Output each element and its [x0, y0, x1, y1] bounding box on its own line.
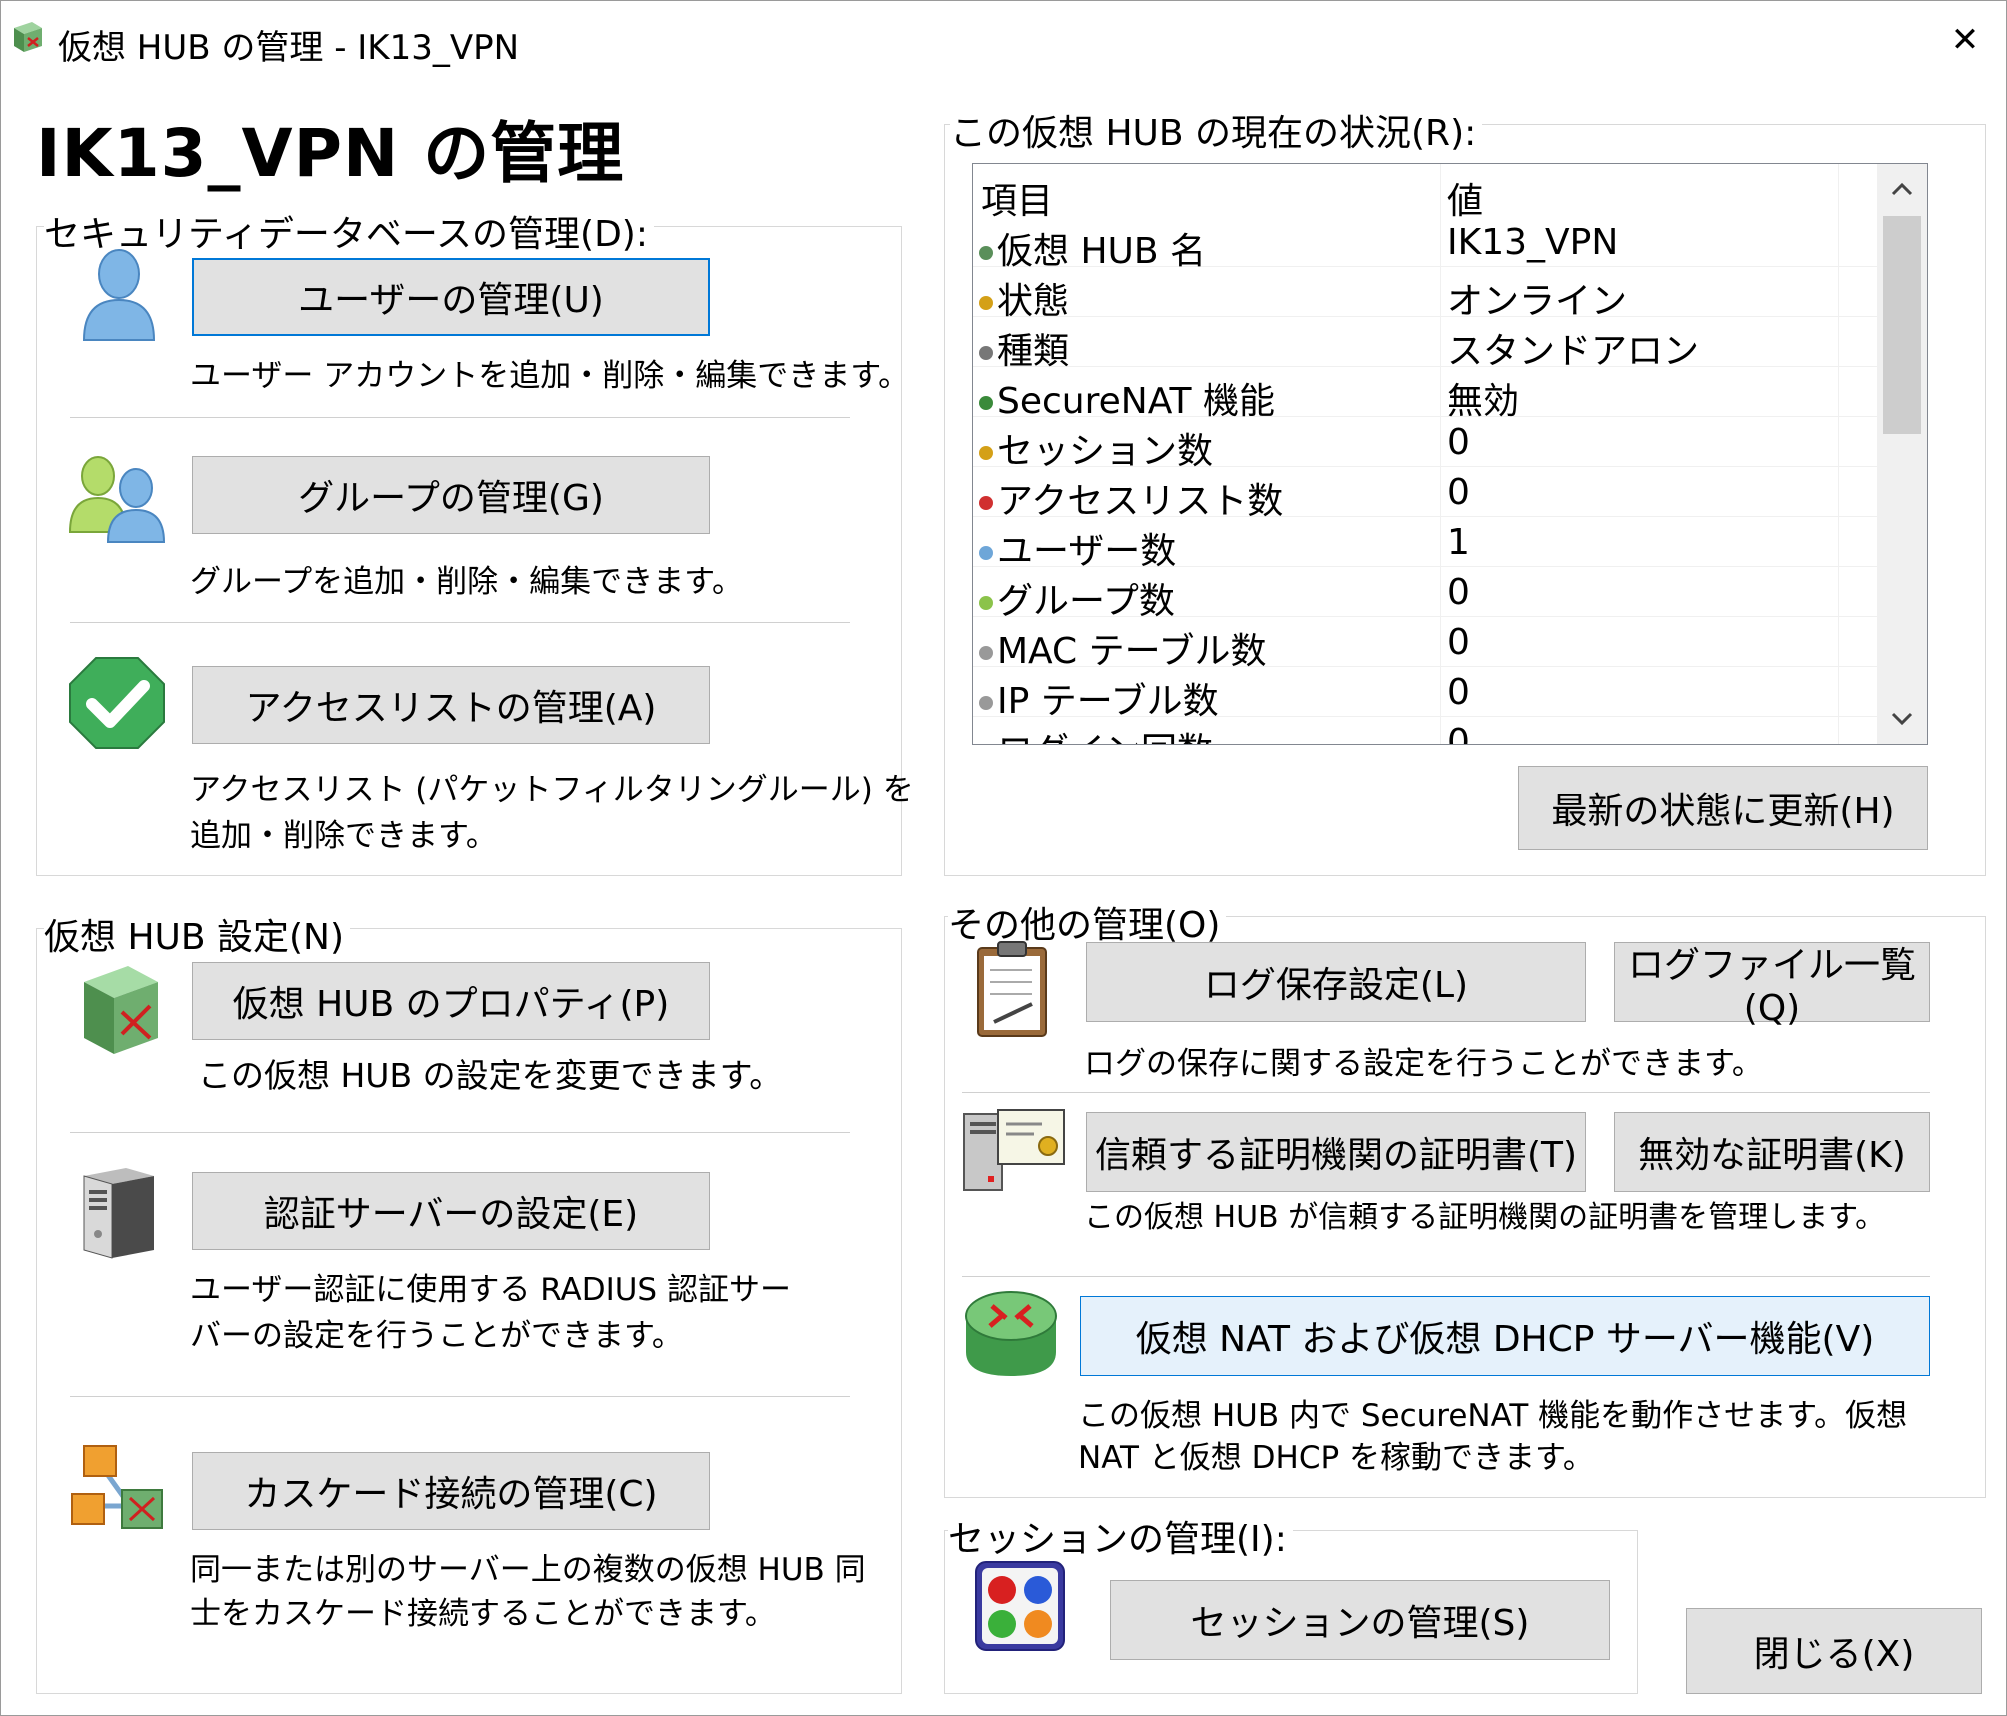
group-icon: [68, 452, 170, 544]
server-icon: [80, 1164, 158, 1260]
status-row-value: 0: [1447, 472, 1470, 513]
revoked-certificates-button[interactable]: 無効な証明書(K): [1614, 1112, 1930, 1192]
status-row[interactable]: 状態 オンライン: [973, 266, 1883, 322]
scrollbar-thumb[interactable]: [1883, 216, 1921, 434]
status-row[interactable]: 仮想 HUB 名 IK13_VPN: [973, 216, 1883, 272]
mac-icon: [979, 646, 993, 660]
window-title: 仮想 HUB の管理 - IK13_VPN: [58, 28, 520, 68]
separator: [962, 1276, 1930, 1277]
refresh-status-button[interactable]: 最新の状態に更新(H): [1518, 766, 1928, 850]
log-settings-button[interactable]: ログ保存設定(L): [1086, 942, 1586, 1022]
status-row-key-text: ログイン回数: [997, 731, 1213, 744]
access-icon: [979, 496, 993, 510]
group-icon: [979, 596, 993, 610]
hub-properties-desc: この仮想 HUB の設定を変更できます。: [198, 1056, 783, 1095]
hub-icon: [979, 246, 993, 260]
server-icon: [979, 346, 993, 360]
clipboard-log-icon: [972, 938, 1052, 1038]
status-row-value: 0: [1447, 672, 1470, 713]
ip-icon: [979, 696, 993, 710]
status-row-value: IK13_VPN: [1447, 222, 1619, 263]
checkmark-shield-icon: [68, 656, 166, 750]
router-nat-icon: [962, 1286, 1060, 1382]
separator: [962, 1092, 1930, 1093]
cascade-desc-line1: 同一または別のサーバー上の複数の仮想 HUB 同: [190, 1552, 866, 1588]
session-icon: [979, 446, 993, 460]
cascade-management-button[interactable]: カスケード接続の管理(C): [192, 1452, 710, 1530]
status-row[interactable]: SecureNAT 機能 無効: [973, 366, 1883, 422]
status-row[interactable]: ログイン回数 0: [973, 716, 1883, 745]
sessions-icon: [974, 1560, 1066, 1652]
close-button[interactable]: 閉じる(X): [1686, 1608, 1982, 1694]
auth-server-desc-line1: ユーザー認証に使用する RADIUS 認証サー: [190, 1272, 791, 1308]
trusted-ca-certificates-button[interactable]: 信頼する証明機関の証明書(T): [1086, 1112, 1586, 1192]
certificate-icon: [962, 1106, 1066, 1192]
status-row-value: 0: [1447, 622, 1470, 663]
auth-server-desc-line2: バーの設定を行うことができます。: [190, 1318, 683, 1354]
status-row[interactable]: ユーザー数 1: [973, 516, 1883, 572]
page-title: IK13_VPN の管理: [36, 115, 625, 192]
separator: [70, 1132, 850, 1133]
status-row-value: 0: [1447, 422, 1470, 463]
certificates-desc: この仮想 HUB が信頼する証明機関の証明書を管理します。: [1084, 1200, 1886, 1235]
status-row[interactable]: セッション数 0: [973, 416, 1883, 472]
status-icon: [979, 296, 993, 310]
status-row[interactable]: アクセスリスト数 0: [973, 466, 1883, 522]
auth-server-settings-button[interactable]: 認証サーバーの設定(E): [192, 1172, 710, 1250]
status-row[interactable]: グループ数 0: [973, 566, 1883, 622]
session-management-group-label: セッションの管理(I):: [948, 1510, 1293, 1562]
hub-app-icon: [10, 18, 46, 54]
status-row[interactable]: 種類 スタンドアロン: [973, 316, 1883, 372]
status-row-key: ログイン回数: [979, 722, 1213, 744]
virtual-nat-desc-line1: この仮想 HUB 内で SecureNAT 機能を動作させます。仮想: [1078, 1398, 1908, 1434]
hub-settings-group-label: 仮想 HUB 設定(N): [44, 908, 351, 960]
hub-properties-button[interactable]: 仮想 HUB のプロパティ(P): [192, 962, 710, 1040]
cascade-desc-line2: 士をカスケード接続することができます。: [190, 1596, 776, 1632]
scroll-up-icon[interactable]: [1877, 164, 1927, 214]
status-row-value: 0: [1447, 572, 1470, 613]
status-row-value: 0: [1447, 722, 1470, 745]
cascade-connection-icon: [70, 1440, 170, 1534]
virtual-nat-dhcp-button[interactable]: 仮想 NAT および仮想 DHCP サーバー機能(V): [1080, 1296, 1930, 1376]
separator: [70, 417, 850, 418]
virtual-hub-icon: [78, 962, 164, 1058]
log-settings-desc: ログの保存に関する設定を行うことができます。: [1084, 1046, 1763, 1082]
user-management-desc: ユーザー アカウントを追加・削除・編集できます。: [190, 358, 910, 394]
user-management-button[interactable]: ユーザーの管理(U): [192, 258, 710, 336]
virtual-nat-desc-line2: NAT と仮想 DHCP を稼動できます。: [1078, 1440, 1594, 1476]
access-list-desc-line2: 追加・削除できます。: [190, 818, 497, 854]
status-list[interactable]: 項目 値 仮想 HUB 名 IK13_VPN 状態 オンライン 種類 スタンドアロン Sec…: [972, 163, 1928, 745]
group-management-button[interactable]: グループの管理(G): [192, 456, 710, 534]
status-row[interactable]: IP テーブル数 0: [973, 666, 1883, 722]
user-icon: [78, 244, 160, 342]
separator: [70, 622, 850, 623]
access-list-management-button[interactable]: アクセスリストの管理(A): [192, 666, 710, 744]
close-window-icon[interactable]: ✕: [1940, 18, 1990, 62]
separator: [70, 1396, 850, 1397]
status-row[interactable]: MAC テーブル数 0: [973, 616, 1883, 672]
securenat-icon: [979, 396, 993, 410]
status-group-label: この仮想 HUB の現在の状況(R):: [950, 104, 1483, 156]
log-file-list-button[interactable]: ログファイル一覧(Q): [1614, 942, 1930, 1029]
status-row-value: 1: [1447, 522, 1470, 563]
user-icon: [979, 546, 993, 560]
session-management-button[interactable]: セッションの管理(S): [1110, 1580, 1610, 1660]
status-list-header: 項目 値: [973, 164, 1883, 222]
scroll-down-icon[interactable]: [1877, 694, 1927, 744]
access-list-desc-line1: アクセスリスト (パケットフィルタリングルール) を: [190, 772, 914, 808]
vertical-scrollbar[interactable]: [1877, 164, 1927, 744]
group-management-desc: グループを追加・削除・編集できます。: [190, 564, 744, 600]
